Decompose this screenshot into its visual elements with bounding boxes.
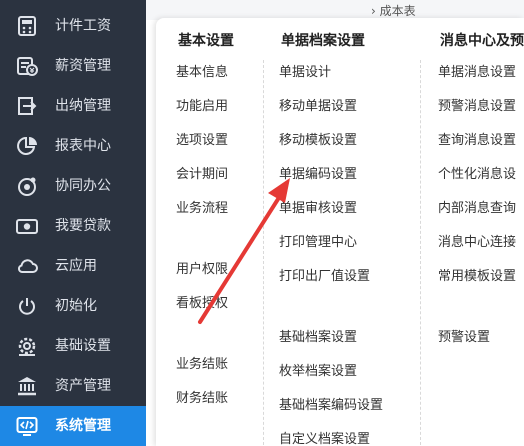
sidebar-item-reports[interactable]: 报表中心 xyxy=(0,126,146,166)
menu-item-accounting-period[interactable]: 会计期间 xyxy=(176,166,228,184)
sidebar-item-label: 协同办公 xyxy=(55,178,111,194)
column-divider xyxy=(420,60,421,446)
column-divider xyxy=(263,60,264,446)
sidebar-item-loan[interactable]: 我要贷款 xyxy=(0,206,146,246)
menu-item-print-defaults[interactable]: 打印出厂值设置 xyxy=(279,268,370,286)
settings-icon xyxy=(15,335,39,357)
salary-icon xyxy=(15,55,39,77)
sidebar: 计件工资 薪资管理 出纳管理 报表中心 协同办公 我要贷款 云应用 初始化 基础… xyxy=(0,0,146,446)
menu-item-dashboard-auth[interactable]: 看板授权 xyxy=(176,295,228,313)
column-title-document-archive: 单据档案设置 xyxy=(281,33,365,49)
system-code-icon xyxy=(15,415,39,437)
cash-icon xyxy=(15,215,39,237)
sidebar-item-cloud-apps[interactable]: 云应用 xyxy=(0,246,146,286)
sidebar-item-label: 薪资管理 xyxy=(55,58,111,74)
menu-item-business-flow[interactable]: 业务流程 xyxy=(176,200,228,218)
menu-item-enum-archive[interactable]: 枚举档案设置 xyxy=(279,363,357,381)
menu-item-user-permissions[interactable]: 用户权限 xyxy=(176,261,228,279)
menu-item-finance-closing[interactable]: 财务结账 xyxy=(176,390,228,408)
sidebar-item-assets[interactable]: 资产管理 xyxy=(0,366,146,406)
sidebar-item-label: 基础设置 xyxy=(55,338,111,354)
sidebar-item-label: 资产管理 xyxy=(55,378,111,394)
column-title-message-center: 消息中心及预 xyxy=(440,33,524,49)
system-admin-menu-panel: 基本设置 基本信息 功能启用 选项设置 会计期间 业务流程 用户权限 看板授权 … xyxy=(156,18,524,446)
menu-item-mobile-document[interactable]: 移动单据设置 xyxy=(279,98,357,116)
sidebar-item-label: 报表中心 xyxy=(55,138,111,154)
menu-item-alert-settings[interactable]: 预警设置 xyxy=(438,329,490,347)
sidebar-item-label: 我要贷款 xyxy=(55,218,111,234)
menu-item-business-closing[interactable]: 业务结账 xyxy=(176,356,228,374)
sidebar-item-label: 计件工资 xyxy=(55,18,111,34)
sidebar-item-cashier[interactable]: 出纳管理 xyxy=(0,86,146,126)
collaboration-icon xyxy=(15,175,39,197)
background-tab-fragment: › 成本表 xyxy=(371,4,416,18)
menu-item-print-center[interactable]: 打印管理中心 xyxy=(279,234,357,252)
cashier-export-icon xyxy=(15,95,39,117)
menu-item-base-archive-numbering[interactable]: 基础档案编码设置 xyxy=(279,397,383,415)
menu-item-common-templates[interactable]: 常用模板设置 xyxy=(438,268,516,286)
column-title-basic-settings: 基本设置 xyxy=(178,33,234,49)
sidebar-item-label: 系统管理 xyxy=(55,418,111,434)
sidebar-item-piece-wage[interactable]: 计件工资 xyxy=(0,6,146,46)
sidebar-item-label: 出纳管理 xyxy=(55,98,111,114)
menu-item-alert-message[interactable]: 预警消息设置 xyxy=(438,98,516,116)
menu-item-base-archive[interactable]: 基础档案设置 xyxy=(279,329,357,347)
power-icon xyxy=(15,295,39,317)
background-tab-strip: › 成本表 xyxy=(146,0,524,20)
pie-chart-icon xyxy=(15,135,39,157)
sidebar-item-base-settings[interactable]: 基础设置 xyxy=(0,326,146,366)
wage-calculator-icon xyxy=(15,15,39,37)
menu-item-message-connect[interactable]: 消息中心连接 xyxy=(438,234,516,252)
menu-item-personal-message[interactable]: 个性化消息设 xyxy=(438,166,516,184)
menu-item-document-numbering[interactable]: 单据编码设置 xyxy=(279,166,357,184)
sidebar-item-initialize[interactable]: 初始化 xyxy=(0,286,146,326)
menu-item-mobile-template[interactable]: 移动模板设置 xyxy=(279,132,357,150)
menu-item-document-approval[interactable]: 单据审核设置 xyxy=(279,200,357,218)
bank-icon xyxy=(15,375,39,397)
menu-item-document-message[interactable]: 单据消息设置 xyxy=(438,64,516,82)
sidebar-item-label: 云应用 xyxy=(55,258,97,274)
sidebar-item-salary[interactable]: 薪资管理 xyxy=(0,46,146,86)
sidebar-item-system-admin[interactable]: 系统管理 xyxy=(0,406,146,446)
sidebar-item-label: 初始化 xyxy=(55,298,97,314)
menu-item-internal-message[interactable]: 内部消息查询 xyxy=(438,200,516,218)
menu-item-feature-enable[interactable]: 功能启用 xyxy=(176,98,228,116)
cloud-icon xyxy=(15,255,39,277)
sidebar-item-collaboration[interactable]: 协同办公 xyxy=(0,166,146,206)
menu-item-basic-info[interactable]: 基本信息 xyxy=(176,64,228,82)
menu-item-custom-archive[interactable]: 自定义档案设置 xyxy=(279,431,370,446)
menu-item-options[interactable]: 选项设置 xyxy=(176,132,228,150)
menu-item-query-message[interactable]: 查询消息设置 xyxy=(438,132,516,150)
menu-item-document-design[interactable]: 单据设计 xyxy=(279,64,331,82)
